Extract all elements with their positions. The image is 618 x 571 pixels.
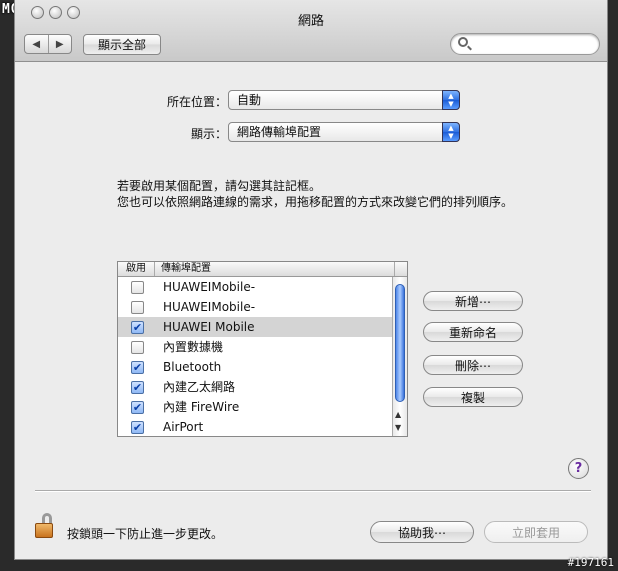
location-label: 所在位置： bbox=[166, 95, 227, 109]
location-value: 自動 bbox=[237, 93, 262, 107]
show-all-button[interactable]: 顯示全部 bbox=[83, 34, 161, 55]
port-config-label: 內建 FireWire bbox=[163, 400, 240, 414]
network-preferences-window: 網路 ◀ ▶ 顯示全部 所在位置： 自動 ▲ ▼ 顯示： 網路傳輸埠配置 ▲ ▼ 若… bbox=[14, 0, 608, 560]
enable-checkbox[interactable] bbox=[131, 301, 144, 314]
popup-arrows-icon: ▲ ▼ bbox=[442, 122, 460, 142]
forward-arrow-icon[interactable]: ▶ bbox=[47, 35, 72, 53]
popup-arrows-icon: ▲ ▼ bbox=[442, 90, 460, 110]
show-value: 網路傳輸埠配置 bbox=[237, 125, 322, 139]
port-config-label: 內建乙太網路 bbox=[163, 380, 236, 394]
instruction-line-2: 您也可以依照網路連線的需求，用拖移配置的方式來改變它們的排列順序。 bbox=[117, 195, 514, 209]
table-row[interactable]: ✔ Bluetooth bbox=[118, 357, 393, 377]
table-row[interactable]: HUAWEIMobile- bbox=[118, 297, 393, 317]
help-me-button[interactable]: 協助我⋯ bbox=[370, 521, 474, 543]
back-forward-group: ◀ ▶ bbox=[24, 34, 72, 54]
divider bbox=[35, 490, 591, 492]
apply-now-button[interactable]: 立即套用 bbox=[484, 521, 588, 543]
lock-icon[interactable] bbox=[33, 513, 55, 539]
show-label: 顯示： bbox=[190, 127, 227, 141]
back-arrow-icon[interactable]: ◀ bbox=[25, 35, 48, 53]
image-credit: #197161 bbox=[567, 556, 614, 569]
enable-checkbox[interactable] bbox=[131, 281, 144, 294]
scroll-thumb[interactable] bbox=[395, 284, 405, 402]
port-configurations-table: 啟用 傳輸埠配置 HUAWEIMobile- HUAWEIMobile- ✔ HUAW… bbox=[117, 261, 408, 437]
table-rows: HUAWEIMobile- HUAWEIMobile- ✔ HUAWEI Mobile… bbox=[118, 277, 393, 437]
vertical-scrollbar[interactable]: ▲ ▼ bbox=[392, 277, 407, 436]
enable-checkbox[interactable]: ✔ bbox=[131, 401, 144, 414]
port-config-label: 內置數據機 bbox=[163, 340, 224, 354]
port-config-label: AirPort bbox=[163, 420, 204, 434]
toolbar: 網路 ◀ ▶ 顯示全部 bbox=[15, 0, 607, 62]
instruction-line-1: 若要啟用某個配置，請勾選其註記框。 bbox=[117, 179, 322, 193]
search-input[interactable] bbox=[473, 36, 597, 54]
table-row[interactable]: ✔ AirPort bbox=[118, 417, 393, 437]
enable-checkbox[interactable]: ✔ bbox=[131, 321, 144, 334]
new-button[interactable]: 新增⋯ bbox=[423, 291, 523, 311]
location-popup[interactable]: 自動 ▲ ▼ bbox=[228, 90, 460, 110]
enable-checkbox[interactable]: ✔ bbox=[131, 421, 144, 434]
window-title: 網路 bbox=[297, 14, 324, 29]
search-icon bbox=[458, 37, 468, 47]
show-popup[interactable]: 網路傳輸埠配置 ▲ ▼ bbox=[228, 122, 460, 142]
lock-message: 按鎖頭一下防止進一步更改。 bbox=[67, 527, 224, 541]
delete-button[interactable]: 刪除⋯ bbox=[423, 355, 523, 375]
table-row[interactable]: ✔ 內建乙太網路 bbox=[118, 377, 393, 397]
column-header-enable[interactable]: 啟用 bbox=[118, 262, 155, 276]
column-header-config[interactable]: 傳輸埠配置 bbox=[161, 262, 211, 276]
enable-checkbox[interactable]: ✔ bbox=[131, 361, 144, 374]
rename-button[interactable]: 重新命名 bbox=[423, 322, 523, 342]
search-field[interactable] bbox=[450, 33, 600, 55]
table-row[interactable]: ✔ 內建 FireWire bbox=[118, 397, 393, 417]
table-row[interactable]: ✔ HUAWEI Mobile bbox=[118, 317, 393, 337]
table-row[interactable]: 內置數據機 bbox=[118, 337, 393, 357]
help-button[interactable]: ? bbox=[568, 458, 589, 479]
duplicate-button[interactable]: 複製 bbox=[423, 387, 523, 407]
scroll-up-arrow-icon[interactable]: ▲ bbox=[395, 410, 401, 419]
enable-checkbox[interactable]: ✔ bbox=[131, 381, 144, 394]
port-config-label: HUAWEIMobile- bbox=[163, 280, 256, 294]
port-config-label: HUAWEI Mobile bbox=[163, 320, 255, 334]
port-config-label: HUAWEIMobile- bbox=[163, 300, 256, 314]
table-row[interactable]: HUAWEIMobile- bbox=[118, 277, 393, 297]
enable-checkbox[interactable] bbox=[131, 341, 144, 354]
instructions: 若要啟用某個配置，請勾選其註記框。 您也可以依照網路連線的需求，用拖移配置的方式… bbox=[117, 178, 567, 210]
port-config-label: Bluetooth bbox=[163, 360, 222, 374]
scroll-down-arrow-icon[interactable]: ▼ bbox=[395, 423, 401, 432]
table-header: 啟用 傳輸埠配置 bbox=[118, 262, 407, 277]
